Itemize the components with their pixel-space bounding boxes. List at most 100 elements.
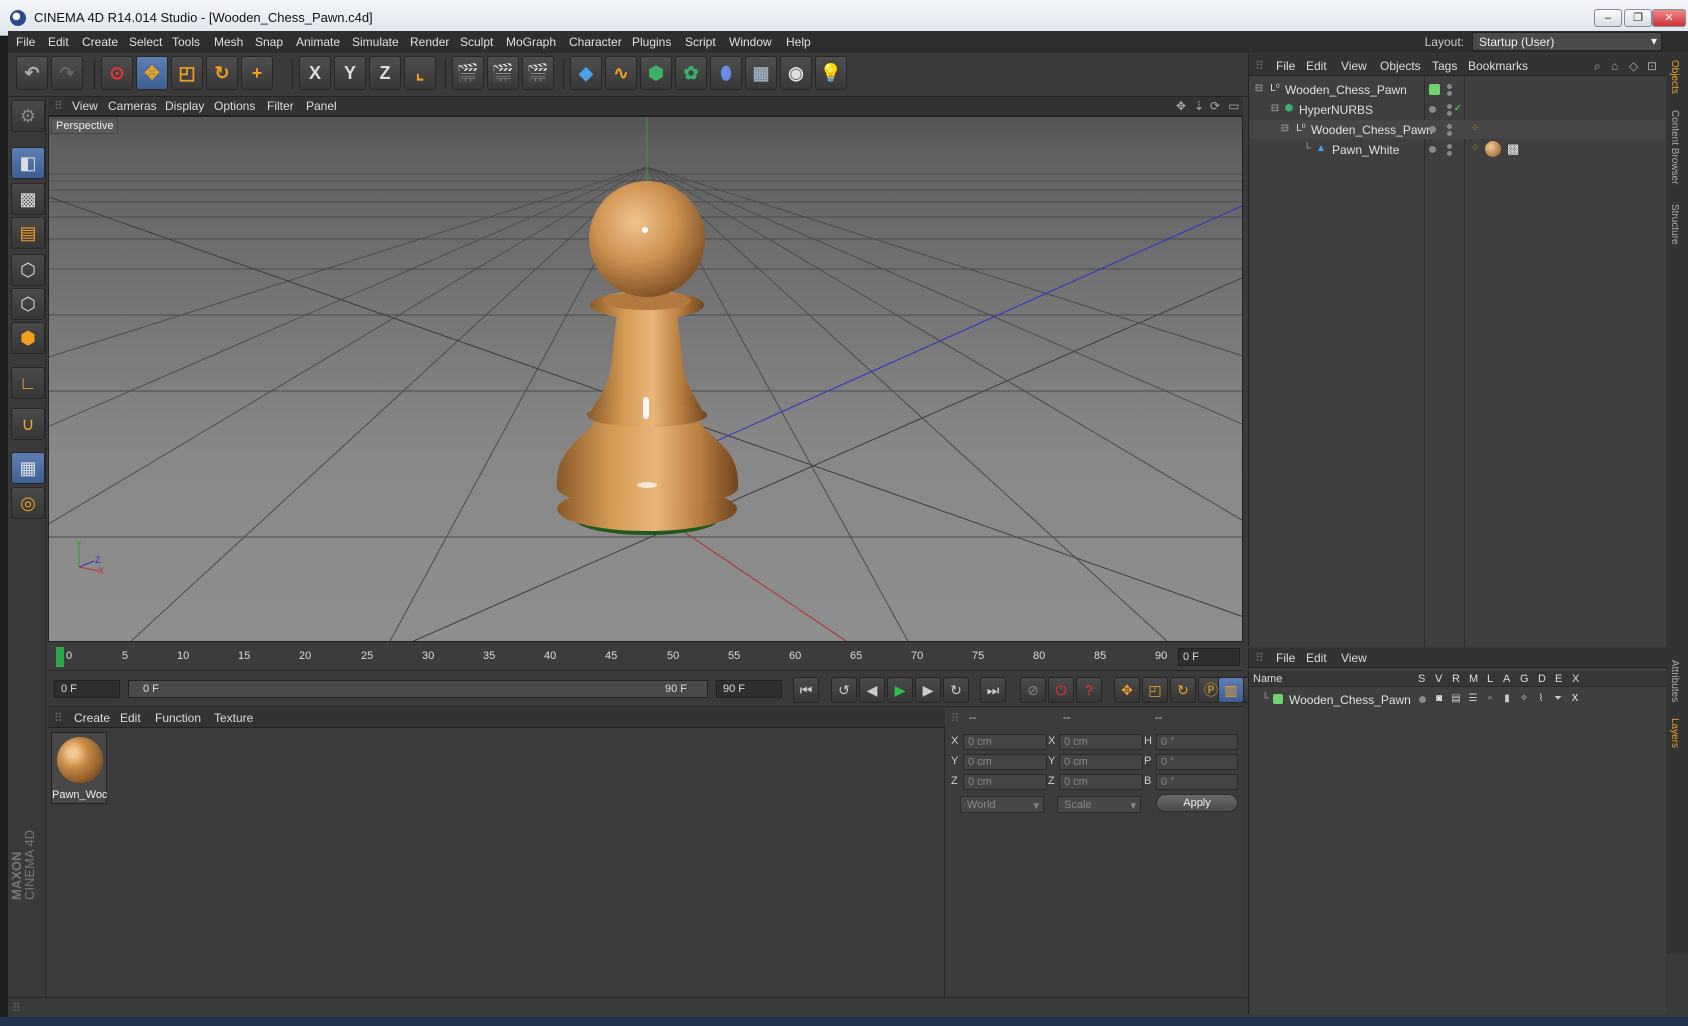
add-nurbs-button[interactable]: ⬢ [640,56,672,90]
auto-key-button[interactable]: ? [1076,677,1102,703]
object-row[interactable]: ⊟ L⁰ Wooden_Chess_Pawn [1249,80,1667,99]
position-y-field[interactable]: 0 cm [963,754,1047,770]
object-status-dot[interactable] [1429,126,1436,133]
snap-button[interactable]: ▦ [11,452,45,484]
scale-tool-button[interactable]: ◰ [171,56,203,90]
redo-button[interactable]: ↷ [51,56,83,90]
material-tag-icon[interactable] [1485,141,1501,157]
add-spline-button[interactable]: ∿ [605,56,637,90]
layout-select[interactable]: Startup (User) ▾ [1472,32,1662,51]
undo-button[interactable]: ↶ [16,56,48,90]
x-axis-lock-button[interactable]: X [299,56,331,90]
go-to-end-button[interactable]: ⏭ [980,677,1006,703]
key-position-button[interactable]: ✥ [1114,677,1140,703]
material-thumbnail[interactable]: Pawn_Woc [51,732,107,804]
close-button[interactable]: ✕ [1652,9,1686,27]
y-axis-lock-button[interactable]: Y [334,56,366,90]
edges-mode-button[interactable]: ⬡ [11,288,45,320]
phong-tag-icon[interactable]: ⁘ [1469,123,1481,135]
object-menu-objects[interactable]: Objects [1380,59,1421,73]
viewport-menu-panel[interactable]: Panel [306,99,337,113]
key-scale-button[interactable]: ◰ [1142,677,1168,703]
menu-snap[interactable]: Snap [255,35,283,49]
layer-color-swatch[interactable] [1273,694,1283,704]
material-menu-texture[interactable]: Texture [214,711,253,725]
editor-visibility-dot[interactable] [1447,84,1452,89]
current-frame-field[interactable]: 0 F [1178,648,1240,666]
render-icon[interactable]: ▤ [1450,693,1462,705]
layer-row[interactable]: └ Wooden_Chess_Pawn ◙ ▤ ☰ ▫ ▮ ✧ ⌇ ⏷ X [1249,690,1667,709]
render-visibility-dot[interactable] [1447,151,1452,156]
tab-structure[interactable]: Structure [1669,204,1680,245]
menu-tools[interactable]: Tools [172,35,200,49]
menu-character[interactable]: Character [569,35,622,49]
back-icon[interactable]: ◇ [1629,59,1638,73]
expression-icon[interactable]: ⏷ [1552,693,1564,705]
playhead[interactable] [56,647,64,667]
enabled-check-icon[interactable]: ✓ [1452,103,1464,115]
new-view-icon[interactable]: ⊡ [1647,59,1657,73]
render-settings-button[interactable]: 🎬 [522,56,554,90]
manager-icon[interactable]: ☰ [1467,693,1479,705]
tab-content-browser[interactable]: Content Browser [1669,110,1680,184]
add-floor-button[interactable]: ▦ [745,56,777,90]
material-menu-edit[interactable]: Edit [120,711,141,725]
add-cube-button[interactable]: ◆ [570,56,602,90]
home-icon[interactable]: ⌂ [1611,59,1618,73]
column-locked[interactable]: L [1487,673,1493,685]
previous-frame-button[interactable]: ◀ [859,677,885,703]
menu-edit[interactable]: Edit [48,35,69,49]
rotation-p-field[interactable]: 0 ° [1156,754,1238,770]
timeline-ruler[interactable]: 0 5 10 15 20 25 30 35 40 45 50 55 60 65 … [48,645,1243,671]
viewport-menu-filter[interactable]: Filter [267,99,294,113]
live-selection-button[interactable]: ⊙ [101,56,133,90]
deformer-icon[interactable]: ⌇ [1535,693,1547,705]
timeline-layout-button[interactable]: ▥ [1218,677,1244,703]
rotation-b-field[interactable]: 0 ° [1156,774,1238,790]
object-menu-edit[interactable]: Edit [1306,59,1327,73]
xref-icon[interactable]: X [1569,693,1581,705]
column-render[interactable]: R [1452,673,1460,685]
object-menu-tags[interactable]: Tags [1432,59,1457,73]
record-button[interactable]: ⏻ [1048,677,1074,703]
add-light-button[interactable]: 💡 [815,56,847,90]
object-row[interactable]: └ ▲ Pawn_White ⁘ ▩ [1249,140,1667,159]
column-view[interactable]: V [1435,673,1442,685]
tab-layers[interactable]: Layers [1669,718,1680,748]
go-to-start-button[interactable]: ⏮ [793,677,819,703]
render-visibility-dot[interactable] [1447,131,1452,136]
collapse-icon[interactable]: ⊟ [1253,83,1265,95]
add-camera-button[interactable]: ◉ [780,56,812,90]
add-deformer-button[interactable]: ⬮ [710,56,742,90]
last-tool-button[interactable]: + [241,56,273,90]
texture-mode-button[interactable]: ▩ [11,183,45,215]
layer-menu-view[interactable]: View [1341,651,1367,665]
rotate-tool-button[interactable]: ↻ [206,56,238,90]
search-icon[interactable]: ⌕ [1594,59,1601,74]
menu-script[interactable]: Script [685,35,716,49]
column-solo[interactable]: S [1418,673,1425,685]
column-manager[interactable]: M [1469,673,1478,685]
coordinate-space-select[interactable]: World ▾ [960,796,1044,813]
collapse-icon[interactable]: ⊟ [1269,103,1281,115]
start-frame-field[interactable]: 0 F [54,680,120,698]
apply-button[interactable]: Apply [1156,794,1238,812]
menu-select[interactable]: Select [129,35,162,49]
motion-record-button[interactable]: ⊘ [1020,677,1046,703]
uvw-tag-icon[interactable]: ▩ [1507,142,1519,155]
key-rotation-button[interactable]: ↻ [1170,677,1196,703]
tweak-mode-button[interactable]: ∪ [11,408,45,440]
viewport-menu-display[interactable]: Display [165,99,204,113]
menu-simulate[interactable]: Simulate [352,35,399,49]
model-mode-button[interactable]: ◧ [11,147,45,179]
snap-settings-button[interactable]: ◎ [11,487,45,519]
viewport-maximize-icon[interactable]: ▭ [1228,99,1239,113]
viewport-rotate-icon[interactable]: ⟳ [1210,99,1220,113]
make-editable-button[interactable]: ⚙ [11,100,45,132]
viewport-pan-icon[interactable]: ✥ [1176,99,1186,113]
column-expressions[interactable]: E [1555,673,1562,685]
material-menu-create[interactable]: Create [74,711,110,725]
menu-window[interactable]: Window [729,35,772,49]
phong-tag-icon[interactable]: ⁘ [1469,143,1481,155]
end-frame-field[interactable]: 90 F [716,680,782,698]
